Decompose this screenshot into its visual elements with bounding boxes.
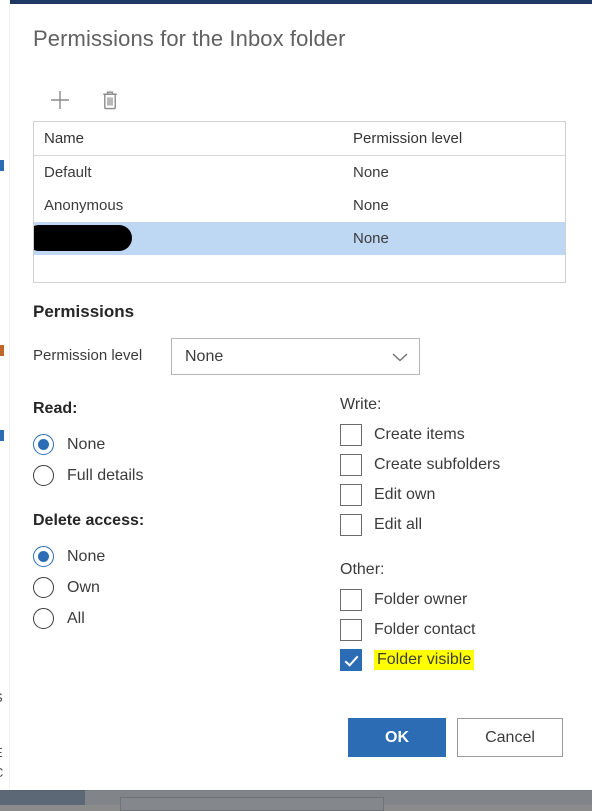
column-header-permission-level: Permission level [353, 130, 565, 147]
radio-indicator [33, 465, 54, 486]
write-group-heading: Write: [340, 396, 580, 414]
radio-indicator [33, 608, 54, 629]
radio-delete-own[interactable]: Own [33, 572, 323, 603]
background-sliver-text-1: S [0, 690, 3, 705]
delete-permission-button[interactable] [93, 84, 127, 116]
checkbox-label: Create items [374, 426, 465, 444]
checkbox-indicator [340, 514, 362, 536]
checkbox-label: Create subfolders [374, 456, 500, 474]
taskbar-active-segment[interactable] [0, 790, 85, 805]
radio-label: None [67, 548, 105, 566]
radio-options-column: Read: None Full details Delete access: N… [33, 400, 323, 634]
row-name: Anonymous [34, 197, 353, 214]
plus-icon [49, 89, 71, 111]
table-header-row: Name Permission level [34, 122, 565, 156]
radio-read-full-details[interactable]: Full details [33, 460, 323, 491]
background-sliver-text-2: E [0, 745, 3, 760]
add-permission-button[interactable] [43, 84, 77, 116]
table-row[interactable]: Default None [34, 156, 565, 189]
table-row[interactable]: Anonymous None [34, 189, 565, 222]
checkbox-indicator [340, 424, 362, 446]
background-accent-mark-3 [0, 430, 4, 441]
delete-access-group-heading: Delete access: [33, 512, 323, 530]
chevron-down-icon [391, 351, 409, 363]
radio-delete-all[interactable]: All [33, 603, 323, 634]
radio-label: Own [67, 579, 100, 597]
other-group-heading: Other: [340, 561, 580, 579]
checkbox-indicator [340, 619, 362, 641]
column-header-name: Name [34, 130, 353, 147]
checkbox-create-subfolders[interactable]: Create subfolders [340, 450, 580, 480]
permission-level-label: Permission level [33, 347, 142, 364]
radio-read-none[interactable]: None [33, 429, 323, 460]
checkbox-folder-visible[interactable]: Folder visible [340, 645, 580, 675]
row-permission-level: None [353, 230, 565, 247]
group-spacer [33, 491, 323, 512]
background-accent-mark-2 [0, 345, 4, 356]
permissions-dialog: Permissions for the Inbox folder [10, 0, 592, 790]
background-sliver-text-3: C [0, 765, 3, 780]
checkbox-label: Folder contact [374, 621, 475, 639]
radio-indicator [33, 577, 54, 598]
background-accent-mark-1 [0, 160, 4, 171]
permissions-section-heading: Permissions [33, 302, 134, 322]
table-toolbar [43, 84, 127, 116]
checkbox-indicator [340, 484, 362, 506]
checkbox-options-column: Write: Create items Create subfolders Ed… [340, 396, 580, 675]
cancel-button[interactable]: Cancel [457, 718, 563, 757]
checkbox-label: Edit all [374, 516, 422, 534]
checkbox-create-items[interactable]: Create items [340, 420, 580, 450]
radio-label: None [67, 436, 105, 454]
permission-level-value: None [185, 348, 391, 366]
checkbox-edit-all[interactable]: Edit all [340, 510, 580, 540]
table-row-selected[interactable]: None [34, 222, 565, 255]
checkbox-indicator [340, 454, 362, 476]
trash-icon [100, 89, 120, 111]
checkbox-label: Edit own [374, 486, 435, 504]
checkbox-folder-owner[interactable]: Folder owner [340, 585, 580, 615]
group-spacer [340, 540, 580, 561]
permission-level-dropdown[interactable]: None [171, 338, 420, 375]
ok-button[interactable]: OK [348, 718, 446, 757]
checkbox-label: Folder owner [374, 591, 467, 609]
dialog-accent-bar [10, 0, 592, 4]
radio-indicator [33, 546, 54, 567]
checkbox-indicator [340, 589, 362, 611]
checkbox-edit-own[interactable]: Edit own [340, 480, 580, 510]
permissions-table: Name Permission level Default None Anony… [33, 121, 566, 283]
page-title: Permissions for the Inbox folder [33, 26, 346, 52]
table-empty-row[interactable] [34, 255, 565, 283]
row-permission-level: None [353, 197, 565, 214]
taskbar-window-button[interactable] [120, 797, 384, 811]
checkbox-label: Folder visible [374, 650, 474, 670]
radio-label: Full details [67, 467, 143, 485]
checkbox-folder-contact[interactable]: Folder contact [340, 615, 580, 645]
row-permission-level: None [353, 164, 565, 181]
row-name: Default [34, 164, 353, 181]
read-group-heading: Read: [33, 400, 323, 418]
radio-delete-none[interactable]: None [33, 541, 323, 572]
radio-label: All [67, 610, 85, 628]
checkbox-indicator [340, 649, 362, 671]
radio-indicator [33, 434, 54, 455]
